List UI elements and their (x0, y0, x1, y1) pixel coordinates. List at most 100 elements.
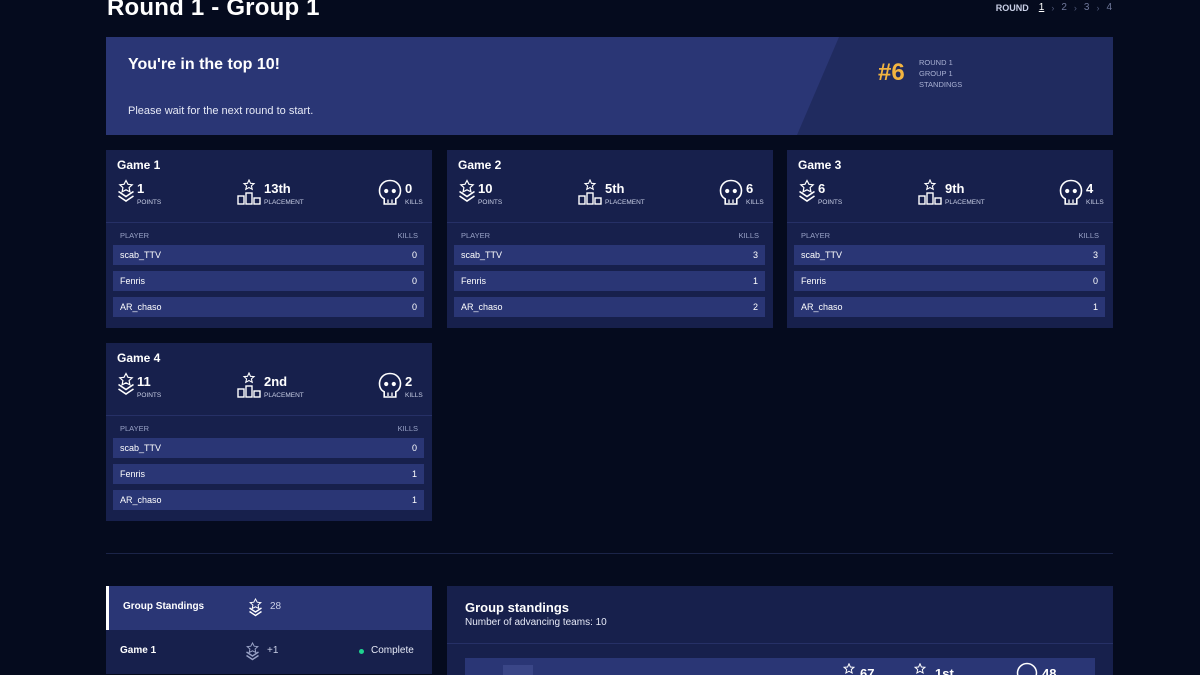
podium-star-icon (578, 179, 602, 205)
placement-value: 2nd (264, 374, 288, 389)
standings-nav-label: Game 1 (120, 645, 157, 656)
player-name: scab_TTV (801, 250, 843, 260)
kills-value: 0 (405, 181, 413, 196)
game-title: Game 4 (117, 351, 161, 365)
total-points: 67 (860, 666, 875, 675)
round-tab-1[interactable]: 1 (1039, 2, 1045, 13)
kills-column-header: KILLS (397, 231, 418, 240)
chevron-badge-icon (246, 642, 259, 661)
status-dot (359, 649, 364, 654)
best-placement: 1st (935, 666, 954, 675)
points-value: 6 (818, 181, 826, 196)
player-row: scab_TTV 0 (113, 438, 424, 458)
kills-column-header: KILLS (1078, 231, 1099, 240)
player-name: Fenris (120, 469, 146, 479)
card-divider (106, 415, 432, 416)
player-row: AR_chaso 2 (454, 297, 765, 317)
player-row: Fenris 0 (794, 271, 1105, 291)
chevron-right-icon: › (1073, 2, 1077, 13)
points-label: POINTS (818, 199, 843, 206)
section-divider (106, 553, 1113, 554)
player-row: AR_chaso 0 (113, 297, 424, 317)
kills-label: KILLS (405, 199, 423, 206)
player-name: scab_TTV (120, 250, 162, 260)
kills-value: 4 (1086, 181, 1094, 196)
standings-nav-item-game-1[interactable]: Game 1 +1 Complete (106, 630, 432, 674)
skull-icon (719, 179, 743, 205)
round-navigation: ROUND 1 › 2 › 3 › 4 (996, 2, 1112, 13)
kills-label: KILLS (746, 199, 764, 206)
standings-panel-title: Group standings (465, 600, 569, 615)
round-tab-3[interactable]: 3 (1084, 2, 1090, 13)
player-row: AR_chaso 1 (794, 297, 1105, 317)
player-column-header: PLAYER (461, 231, 491, 240)
podium-star-icon (237, 179, 261, 205)
player-kills: 1 (1092, 302, 1098, 312)
points-value: 11 (137, 374, 151, 389)
kills-label: KILLS (405, 392, 423, 399)
player-row: AR_chaso 1 (113, 490, 424, 510)
placement-label: PLACEMENT (264, 199, 304, 206)
points-label: POINTS (478, 199, 503, 206)
game-points-delta: +1 (267, 645, 279, 656)
round-tab-2[interactable]: 2 (1061, 2, 1067, 13)
standings-nav-label: Group Standings (123, 601, 205, 612)
player-kills: 3 (752, 250, 758, 260)
player-column-header: PLAYER (120, 231, 150, 240)
player-kills: 2 (752, 302, 758, 312)
group-standings-panel: Group standings Number of advancing team… (447, 586, 1113, 675)
card-divider (106, 222, 432, 223)
game-card-3: Game 3 6 POINTS 9th PLACEMENT 4 KILLS PL… (787, 150, 1113, 328)
game-card-1: Game 1 1 POINTS 13th PLACEMENT 0 KILLS P… (106, 150, 432, 328)
placement-value: 13th (264, 181, 291, 196)
kills-value: 6 (746, 181, 754, 196)
standings-nav: Group Standings 28 Game 1 +1 Complete (106, 586, 432, 675)
star-icon (914, 663, 926, 675)
banner-title: You're in the top 10! (128, 56, 280, 73)
standings-nav-item-group[interactable]: Group Standings 28 (106, 586, 432, 630)
player-name: AR_chaso (461, 302, 503, 312)
total-kills: 48 (1042, 666, 1057, 675)
player-kills: 1 (411, 469, 417, 479)
game-title: Game 3 (798, 158, 842, 172)
player-row: Fenris 0 (113, 271, 424, 291)
skull-icon (1016, 662, 1038, 675)
chevron-badge-icon (799, 179, 815, 202)
player-kills: 1 (411, 495, 417, 505)
points-label: POINTS (137, 392, 162, 399)
player-kills: 3 (1092, 250, 1098, 260)
kills-label: KILLS (1086, 199, 1104, 206)
skull-icon (1059, 179, 1083, 205)
points-label: POINTS (137, 199, 162, 206)
banner-message: Please wait for the next round to start. (128, 105, 314, 117)
kills-column-header: KILLS (738, 231, 759, 240)
podium-star-icon (237, 372, 261, 398)
skull-icon (378, 372, 402, 398)
placement-value: 5th (605, 181, 625, 196)
player-kills: 0 (411, 443, 417, 453)
player-name: AR_chaso (120, 495, 162, 505)
points-value: 10 (478, 181, 493, 196)
player-column-header: PLAYER (801, 231, 831, 240)
chevron-right-icon: › (1096, 2, 1100, 13)
kills-value: 2 (405, 374, 413, 389)
standings-points: 28 (270, 601, 282, 612)
round-tab-4[interactable]: 4 (1106, 2, 1112, 13)
player-name: scab_TTV (461, 250, 503, 260)
placement-label: PLACEMENT (605, 199, 645, 206)
standings-row[interactable]: 67 1st 48 (465, 658, 1095, 675)
player-name: Fenris (801, 276, 827, 286)
standings-panel-subtitle: Number of advancing teams: 10 (465, 617, 607, 628)
game-card-2: Game 2 10 POINTS 5th PLACEMENT 6 KILLS P… (447, 150, 773, 328)
chevron-badge-icon (249, 598, 262, 617)
skull-icon (378, 179, 402, 205)
page-title: Round 1 - Group 1 (107, 0, 320, 21)
card-divider (787, 222, 1113, 223)
star-icon (843, 663, 855, 675)
player-name: Fenris (120, 276, 146, 286)
chevron-badge-icon (118, 179, 134, 202)
points-value: 1 (137, 181, 145, 196)
placement-label: PLACEMENT (264, 392, 304, 399)
player-name: AR_chaso (801, 302, 843, 312)
player-name: AR_chaso (120, 302, 162, 312)
